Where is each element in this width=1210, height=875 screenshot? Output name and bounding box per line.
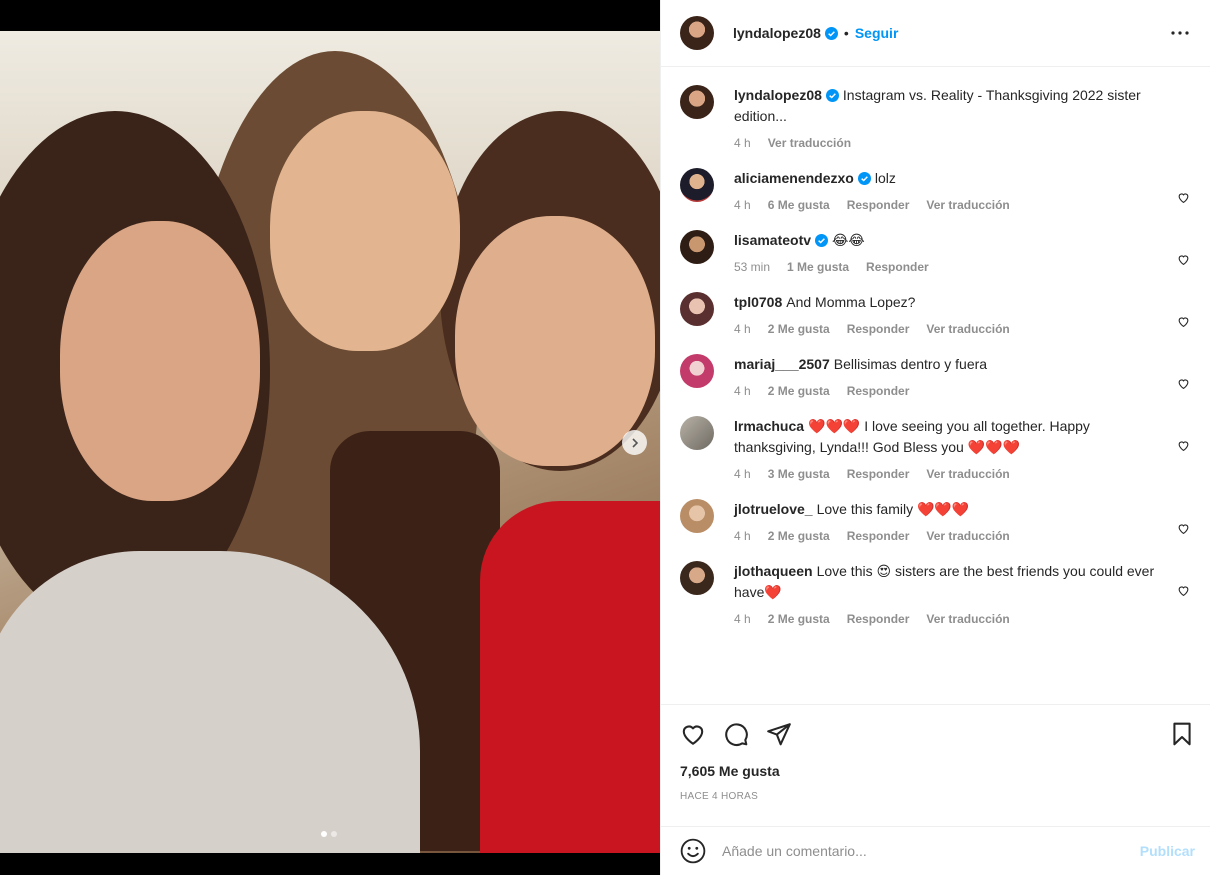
- verified-badge-icon: [815, 234, 829, 247]
- heart-icon[interactable]: [680, 721, 706, 747]
- comment-time[interactable]: 4 h: [734, 529, 751, 543]
- post-photo[interactable]: [0, 31, 660, 853]
- reply-button[interactable]: Responder: [847, 384, 910, 398]
- verified-badge-icon: [825, 89, 839, 102]
- comment-text: lolz: [874, 170, 896, 186]
- carousel-indicator: [321, 831, 337, 837]
- translate-link[interactable]: Ver traducción: [926, 529, 1009, 543]
- comment-like-heart-icon[interactable]: [1177, 253, 1193, 269]
- commenter-username[interactable]: aliciamenendezxo: [734, 170, 854, 186]
- comment-likes[interactable]: 3 Me gusta: [768, 467, 830, 481]
- commenter-avatar[interactable]: [680, 292, 714, 326]
- reply-button[interactable]: Responder: [847, 612, 910, 626]
- comment-likes[interactable]: 1 Me gusta: [787, 260, 849, 274]
- commenter-avatar[interactable]: [680, 561, 714, 595]
- comment-like-heart-icon[interactable]: [1177, 584, 1193, 600]
- commenter-avatar[interactable]: [680, 168, 714, 202]
- comment-time[interactable]: 53 min: [734, 260, 770, 274]
- comment-like-heart-icon[interactable]: [1177, 377, 1193, 393]
- comment-likes[interactable]: 2 Me gusta: [768, 384, 830, 398]
- comment-composer: Publicar: [661, 826, 1210, 875]
- post-timestamp[interactable]: HACE 4 HORAS: [680, 791, 1195, 802]
- post-caption: lyndalopez08 Instagram vs. Reality - Than…: [680, 67, 1195, 150]
- share-icon[interactable]: [766, 721, 792, 747]
- emoji-icon[interactable]: [680, 838, 706, 864]
- comment-item: lrmachuca ❤️❤️❤️ I love seeing you all to…: [680, 398, 1195, 481]
- heart-emoji: ❤️❤️❤️: [967, 439, 1021, 455]
- post-header: lyndalopez08 • Seguir: [661, 0, 1210, 67]
- reply-button[interactable]: Responder: [847, 322, 910, 336]
- comment-item: aliciamenendezxo lolz 4 h 6 Me gusta Resp…: [680, 150, 1195, 212]
- reply-button[interactable]: Responder: [847, 198, 910, 212]
- comment-item: jlotruelove_ Love this family ❤️❤️❤️ 4 h …: [680, 481, 1195, 543]
- comment-time[interactable]: 4 h: [734, 322, 751, 336]
- commenter-avatar[interactable]: [680, 416, 714, 450]
- heart-emoji: ❤️❤️❤️: [916, 501, 970, 517]
- post-media: [0, 0, 660, 875]
- comment-item: mariaj___2507 Bellisimas dentro y fuera 4…: [680, 336, 1195, 398]
- comment-time[interactable]: 4 h: [734, 612, 751, 626]
- comment-text: 😂😂: [832, 232, 865, 248]
- comment-like-heart-icon[interactable]: [1177, 191, 1193, 207]
- carousel-dot: [331, 831, 337, 837]
- verified-badge-icon: [824, 26, 838, 40]
- heart-emoji: ❤️❤️❤️: [808, 418, 861, 434]
- commenter-avatar[interactable]: [680, 499, 714, 533]
- author-username[interactable]: lyndalopez08: [733, 25, 821, 41]
- caption-avatar[interactable]: [680, 85, 714, 119]
- reply-button[interactable]: Responder: [866, 260, 929, 274]
- comment-item: jlothaqueen Love this 😍 sisters are the b…: [680, 543, 1195, 626]
- reply-button[interactable]: Responder: [847, 529, 910, 543]
- commenter-username[interactable]: jlotruelove_: [734, 501, 813, 517]
- comment-likes[interactable]: 2 Me gusta: [768, 322, 830, 336]
- follow-button[interactable]: Seguir: [855, 25, 899, 41]
- comment-item: tpl0708 And Momma Lopez? 4 h 2 Me gusta R…: [680, 274, 1195, 336]
- commenter-username[interactable]: lisamateotv: [734, 232, 811, 248]
- verified-badge-icon: [857, 172, 871, 185]
- comment-like-heart-icon[interactable]: [1177, 522, 1193, 538]
- chevron-right-icon: [631, 437, 638, 448]
- comment-text: Love this family: [816, 501, 917, 517]
- translate-link[interactable]: Ver traducción: [926, 612, 1009, 626]
- comment-time[interactable]: 4 h: [734, 198, 751, 212]
- comment-likes[interactable]: 6 Me gusta: [768, 198, 830, 212]
- comment-like-heart-icon[interactable]: [1177, 315, 1193, 331]
- comment-time[interactable]: 4 h: [734, 384, 751, 398]
- commenter-username[interactable]: lrmachuca: [734, 418, 804, 434]
- translate-link[interactable]: Ver traducción: [926, 198, 1009, 212]
- like-count[interactable]: 7,605 Me gusta: [680, 763, 1195, 779]
- comment-icon[interactable]: [723, 721, 749, 747]
- commenter-avatar[interactable]: [680, 354, 714, 388]
- comment-time[interactable]: 4 h: [734, 467, 751, 481]
- author-avatar[interactable]: [680, 16, 714, 50]
- commenter-username[interactable]: mariaj___2507: [734, 356, 830, 372]
- reply-button[interactable]: Responder: [847, 467, 910, 481]
- commenter-username[interactable]: jlothaqueen: [734, 563, 813, 579]
- commenter-avatar[interactable]: [680, 230, 714, 264]
- caption-translate-link[interactable]: Ver traducción: [768, 136, 851, 150]
- commenter-username[interactable]: tpl0708: [734, 294, 782, 310]
- translate-link[interactable]: Ver traducción: [926, 467, 1009, 481]
- translate-link[interactable]: Ver traducción: [926, 322, 1009, 336]
- heart-emoji: ❤️: [764, 584, 782, 600]
- comments-list[interactable]: lyndalopez08 Instagram vs. Reality - Than…: [661, 67, 1210, 704]
- publish-button[interactable]: Publicar: [1140, 843, 1195, 859]
- caption-username[interactable]: lyndalopez08: [734, 87, 822, 103]
- separator-bullet: •: [843, 25, 849, 41]
- bookmark-icon[interactable]: [1169, 721, 1195, 747]
- comment-text: And Momma Lopez?: [786, 294, 916, 310]
- post-actions: 7,605 Me gusta HACE 4 HORAS: [661, 704, 1210, 826]
- carousel-next-button[interactable]: [622, 430, 647, 455]
- more-options-icon[interactable]: [1168, 21, 1192, 45]
- carousel-dot-active: [321, 831, 327, 837]
- comment-input[interactable]: [722, 843, 1140, 859]
- comment-likes[interactable]: 2 Me gusta: [768, 529, 830, 543]
- comment-item: lisamateotv 😂😂 53 min 1 Me gusta Responde…: [680, 212, 1195, 274]
- comment-like-heart-icon[interactable]: [1177, 439, 1193, 455]
- post-sidebar: lyndalopez08 • Seguir lyndalopez08 Instag…: [660, 0, 1210, 875]
- comment-text: Bellisimas dentro y fuera: [833, 356, 988, 372]
- caption-time[interactable]: 4 h: [734, 136, 751, 150]
- comment-likes[interactable]: 2 Me gusta: [768, 612, 830, 626]
